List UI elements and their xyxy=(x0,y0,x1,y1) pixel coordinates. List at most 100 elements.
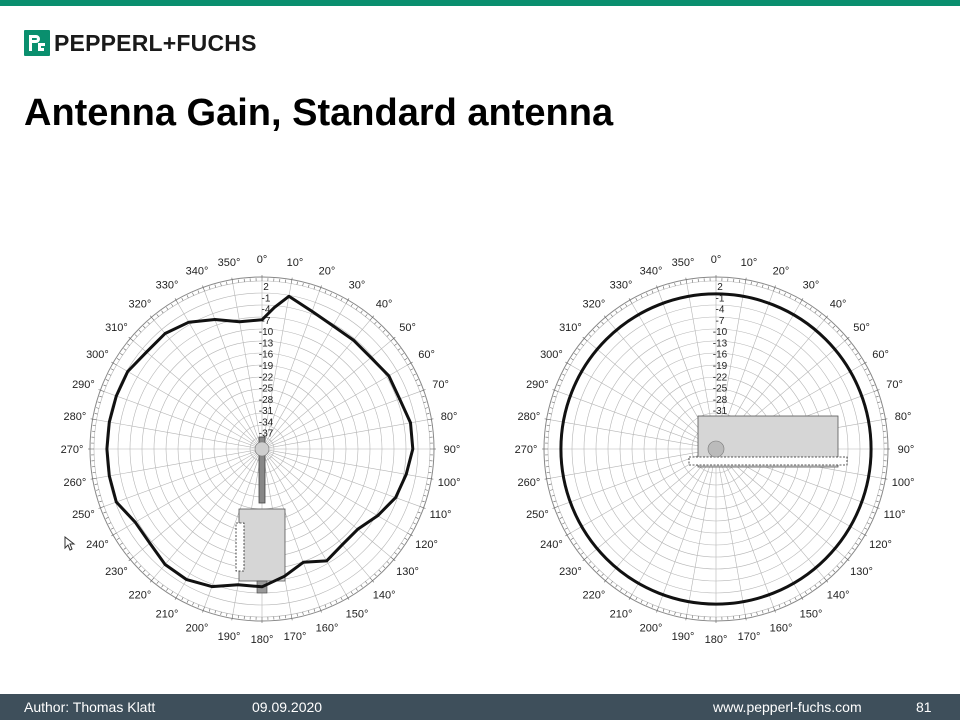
ring-tick xyxy=(386,334,390,337)
ring-tick xyxy=(574,542,577,545)
ring-tick xyxy=(878,407,882,409)
ring-tick xyxy=(110,527,114,530)
radial-tick-label: -19 xyxy=(259,361,274,372)
ring-tick xyxy=(601,573,604,577)
ring-tick xyxy=(335,599,338,603)
ring-tick xyxy=(161,310,164,314)
ring-tick xyxy=(778,290,781,294)
angle-label: 110° xyxy=(430,509,452,521)
ring-tick xyxy=(869,517,873,519)
angle-label: 220° xyxy=(582,590,605,602)
ring-tick xyxy=(192,602,194,606)
polar-chart-left: 0° 10° 20° 30° 40° 50° 60° 70° 80° 90° 100° 110° 120… xyxy=(61,254,461,646)
ring-tick xyxy=(851,348,855,351)
angle-label: 210° xyxy=(610,609,633,621)
ring-tick xyxy=(601,321,604,325)
ring-tick xyxy=(197,604,200,608)
antenna-diagrams: 0° 10°20°30°40°50°60°70°80°90°100°110°120… xyxy=(61,254,915,646)
angle-label: 300° xyxy=(540,349,563,361)
ring-tick xyxy=(147,573,150,577)
ring-tick xyxy=(804,591,807,595)
ring-tick xyxy=(142,325,146,329)
ring-tick xyxy=(552,506,559,509)
ring-tick xyxy=(415,379,419,381)
footer-url[interactable]: www.pepperl-fuchs.com xyxy=(713,699,862,715)
ring-tick xyxy=(382,565,386,569)
angle-label: 140° xyxy=(827,590,850,602)
ring-tick xyxy=(226,613,228,617)
ring-tick xyxy=(656,606,659,613)
ring-tick xyxy=(809,307,812,310)
ring-tick xyxy=(620,307,623,310)
ring-tick xyxy=(116,537,120,540)
angle-label: 10° xyxy=(741,257,758,269)
ring-tick xyxy=(553,500,557,503)
polar-chart-right: 0° 10° 20° 30° 40° 50° 60° 70° 80° 90° 100° 110° 120… xyxy=(515,254,915,646)
ring-tick xyxy=(412,522,416,525)
ring-tick xyxy=(620,588,623,591)
ring-tick xyxy=(202,606,205,613)
angle-label: 270° xyxy=(515,444,538,456)
device-bracket xyxy=(235,522,245,572)
ring-tick xyxy=(97,495,101,497)
ring-tick xyxy=(685,277,688,284)
ring-tick xyxy=(313,286,316,290)
angle-label: 220° xyxy=(128,590,151,602)
angle-label: 150° xyxy=(346,609,369,621)
ring-tick xyxy=(656,285,659,292)
ring-tick xyxy=(123,348,127,351)
ring-tick xyxy=(423,401,427,403)
ring-tick xyxy=(596,325,600,329)
ring-tick xyxy=(819,581,822,584)
ring-tick xyxy=(840,334,844,337)
ring-tick xyxy=(750,281,752,285)
ring-tick xyxy=(335,295,338,299)
ring-tick xyxy=(394,552,397,555)
ring-tick xyxy=(397,547,401,550)
ring-tick xyxy=(202,285,205,292)
ring-tick xyxy=(94,483,98,485)
ring-tick xyxy=(557,511,561,514)
ring-tick xyxy=(610,314,613,317)
ring-tick xyxy=(427,477,434,480)
angle-label: 240° xyxy=(540,539,563,551)
angle-label: 70° xyxy=(432,379,449,391)
ring-tick xyxy=(864,368,868,371)
ring-tick xyxy=(99,500,103,503)
ring-tick xyxy=(410,368,414,371)
ring-tick xyxy=(181,597,184,601)
ring-tick xyxy=(832,569,836,573)
radial-tick-label: -16 xyxy=(259,350,274,361)
radial-tick-label: -10 xyxy=(713,327,728,338)
ring-tick xyxy=(744,614,747,621)
radial-tick-label: -34 xyxy=(259,417,274,428)
ring-tick xyxy=(319,606,322,613)
ring-tick xyxy=(550,489,554,491)
ring-tick xyxy=(662,608,665,612)
ring-tick xyxy=(635,597,638,601)
angle-label: 20° xyxy=(773,265,790,277)
device-body xyxy=(238,508,286,582)
ring-tick xyxy=(596,569,600,573)
angle-label: 160° xyxy=(316,623,339,635)
ring-tick xyxy=(419,506,426,509)
ring-tick xyxy=(142,569,146,573)
ring-tick xyxy=(355,588,358,591)
ring-tick xyxy=(330,292,332,296)
ring-tick xyxy=(426,413,430,415)
ring-tick xyxy=(878,489,882,491)
ring-tick xyxy=(98,506,105,509)
angle-label: 100° xyxy=(438,477,461,489)
ring-tick xyxy=(592,565,596,569)
ring-tick xyxy=(116,358,120,361)
angle-label: 210° xyxy=(156,609,179,621)
ring-tick xyxy=(873,389,880,392)
ring-tick xyxy=(858,537,862,540)
ring-tick xyxy=(588,561,592,564)
ring-tick xyxy=(773,285,776,292)
angle-label: 150° xyxy=(800,609,823,621)
ring-tick xyxy=(302,283,304,287)
ring-tick xyxy=(615,310,618,314)
ring-tick xyxy=(828,573,831,577)
ring-tick xyxy=(869,379,873,381)
